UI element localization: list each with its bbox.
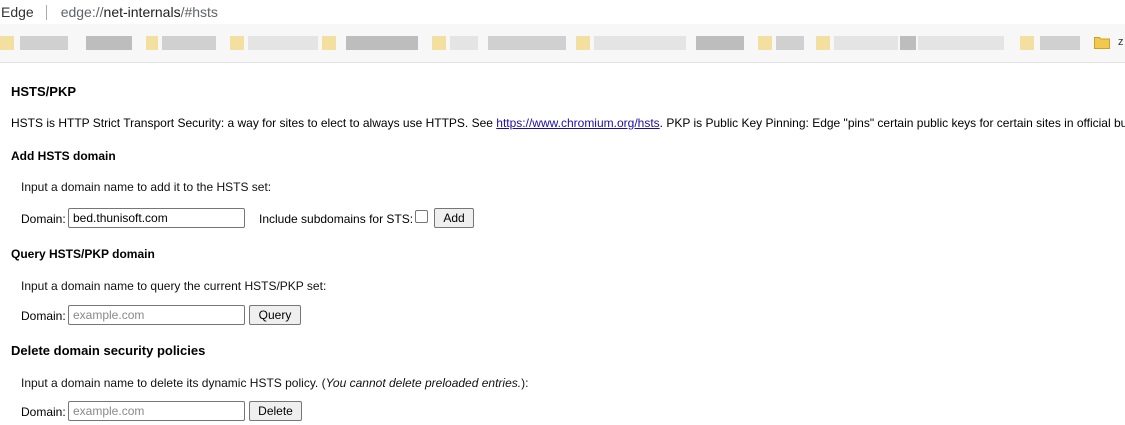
include-subdomains-checkbox[interactable] — [415, 210, 428, 223]
bookmark-item[interactable] — [776, 36, 804, 50]
delete-section-title: Delete domain security policies — [11, 343, 206, 358]
bookmark-item[interactable] — [696, 36, 744, 50]
bookmark-item[interactable] — [146, 36, 158, 50]
bookmark-item[interactable] — [450, 36, 478, 50]
url-text[interactable]: edge://net-internals/#hsts — [61, 4, 218, 20]
delete-hint-italic: You cannot delete preloaded entries. — [325, 376, 522, 390]
description-text-before: HSTS is HTTP Strict Transport Security: … — [11, 116, 497, 130]
add-button[interactable]: Add — [434, 208, 474, 228]
bookmark-item[interactable] — [346, 36, 418, 50]
add-hsts-section-title: Add HSTS domain — [11, 149, 116, 163]
description-text-after: . PKP is Public Key Pinning: Edge "pins"… — [659, 116, 1125, 130]
bookmark-item[interactable] — [918, 36, 1004, 50]
query-hint: Input a domain name to query the current… — [21, 279, 327, 293]
add-domain-label: Domain: — [21, 212, 66, 226]
site-name: Edge — [1, 4, 34, 20]
add-domain-input[interactable] — [68, 208, 245, 228]
add-hsts-hint: Input a domain name to add it to the HST… — [21, 180, 272, 194]
folder-icon[interactable] — [1094, 36, 1110, 49]
bookmark-item[interactable] — [900, 36, 916, 50]
bookmark-item[interactable] — [816, 36, 830, 50]
bookmark-item[interactable] — [162, 36, 216, 50]
query-button[interactable]: Query — [249, 305, 301, 325]
bookmark-item[interactable] — [86, 36, 132, 50]
delete-hint: Input a domain name to delete its dynami… — [21, 376, 528, 390]
query-domain-label: Domain: — [21, 309, 66, 323]
bookmark-item[interactable] — [1040, 36, 1080, 50]
bookmarks-overflow-label[interactable]: z — [1118, 36, 1124, 48]
bookmark-item[interactable] — [20, 36, 68, 50]
address-separator — [45, 4, 47, 20]
bookmark-item[interactable] — [0, 36, 14, 50]
bookmark-item[interactable] — [594, 36, 686, 50]
bookmark-item[interactable] — [758, 36, 772, 50]
page-title: HSTS/PKP — [11, 84, 77, 99]
bookmark-item[interactable] — [322, 36, 336, 50]
bookmark-item[interactable] — [230, 36, 244, 50]
include-subdomains-label: Include subdomains for STS: — [259, 212, 414, 226]
bookmark-item[interactable] — [432, 36, 446, 50]
delete-domain-label: Domain: — [21, 405, 66, 419]
bookmark-item[interactable] — [488, 36, 566, 50]
url-host: net-internals — [103, 4, 181, 20]
hsts-info-link[interactable]: https://www.chromium.org/hsts — [496, 116, 659, 130]
bookmark-item[interactable] — [576, 36, 590, 50]
url-scheme: edge:// — [60, 4, 104, 20]
url-path: /#hsts — [180, 4, 218, 20]
bookmarks-bar: z — [0, 24, 1125, 63]
delete-button[interactable]: Delete — [249, 401, 302, 421]
query-domain-input[interactable] — [68, 305, 245, 325]
bookmark-item[interactable] — [834, 36, 898, 50]
page-description: HSTS is HTTP Strict Transport Security: … — [11, 116, 1125, 130]
bookmark-item[interactable] — [1020, 36, 1034, 50]
delete-domain-input[interactable] — [68, 401, 245, 421]
bookmark-item[interactable] — [248, 36, 318, 50]
address-bar[interactable]: Edge edge://net-internals/#hsts — [0, 0, 1125, 24]
query-section-title: Query HSTS/PKP domain — [11, 247, 155, 261]
delete-hint-after: ): — [521, 376, 529, 390]
delete-hint-before: Input a domain name to delete its dynami… — [21, 376, 326, 390]
